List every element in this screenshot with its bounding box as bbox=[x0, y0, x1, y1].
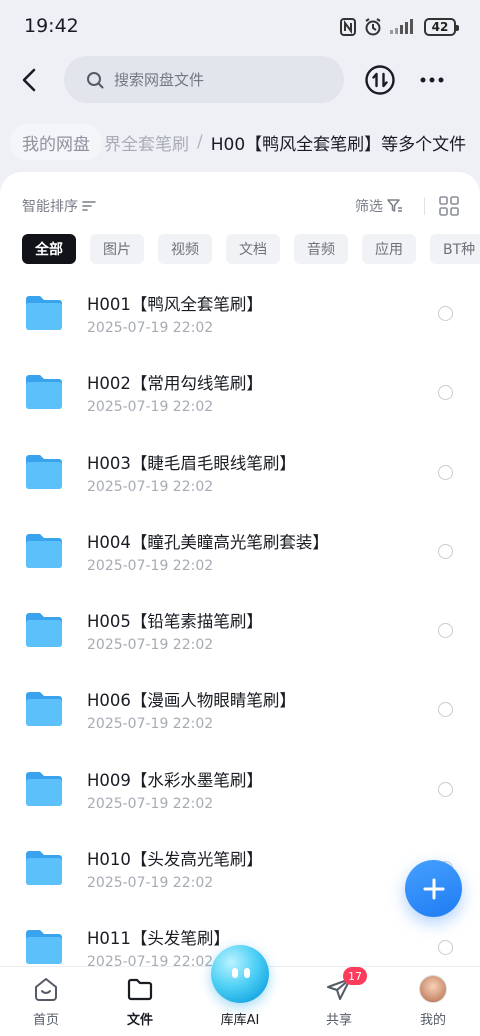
search-input[interactable]: 搜索网盘文件 bbox=[64, 56, 344, 103]
select-radio[interactable] bbox=[438, 940, 453, 956]
nav-share-label: 共享 bbox=[325, 1013, 352, 1028]
status-time: 19:42 bbox=[24, 15, 79, 37]
add-button[interactable] bbox=[405, 860, 462, 917]
tab-6[interactable]: BT种 bbox=[430, 234, 480, 264]
file-row[interactable]: H009【水彩水墨笔刷】 2025-07-19 22:02 bbox=[0, 749, 480, 828]
folder-icon bbox=[24, 374, 64, 410]
nav-home-label: 首页 bbox=[32, 1013, 59, 1028]
top-bar: 搜索网盘文件 bbox=[0, 56, 480, 104]
home-icon bbox=[35, 978, 57, 1001]
folder-icon bbox=[24, 850, 64, 886]
file-date: 2025-07-19 22:02 bbox=[87, 399, 214, 416]
alarm-icon bbox=[365, 18, 381, 36]
file-row[interactable]: H004【瞳孔美瞳高光笔刷套装】 2025-07-19 22:02 bbox=[0, 511, 480, 590]
plus-icon bbox=[423, 878, 444, 899]
file-row[interactable]: H003【睫毛眉毛眼线笔刷】 2025-07-19 22:02 bbox=[0, 432, 480, 511]
folder-icon bbox=[24, 771, 64, 807]
filter-funnel-icon bbox=[387, 199, 402, 212]
nav-mine-label: 我的 bbox=[419, 1013, 446, 1028]
share-badge: 17 bbox=[343, 967, 367, 985]
nav-ai[interactable]: 库库AI bbox=[200, 945, 280, 1028]
filter-button[interactable]: 筛选 bbox=[355, 196, 403, 216]
nav-ai-label: 库库AI bbox=[220, 1013, 260, 1028]
select-radio[interactable] bbox=[438, 543, 453, 559]
file-date: 2025-07-19 22:02 bbox=[87, 875, 214, 892]
breadcrumb-root[interactable]: 我的网盘 bbox=[10, 124, 102, 160]
select-radio[interactable] bbox=[438, 702, 453, 718]
folder-icon bbox=[24, 295, 64, 331]
tab-4[interactable]: 音频 bbox=[294, 234, 348, 264]
status-icons: 42 bbox=[340, 18, 459, 36]
folder-icon bbox=[24, 533, 64, 569]
nav-home[interactable]: 首页 bbox=[6, 975, 86, 1028]
nav-share[interactable]: 17 共享 bbox=[299, 967, 379, 1028]
breadcrumb-current: H00【鸭风全套笔刷】等多个文件 bbox=[210, 134, 467, 155]
folder-icon bbox=[24, 691, 64, 727]
file-name: H006【漫画人物眼睛笔刷】 bbox=[87, 691, 296, 711]
nav-files[interactable]: 文件 bbox=[100, 975, 180, 1028]
select-radio[interactable] bbox=[438, 623, 453, 639]
tab-2[interactable]: 视频 bbox=[158, 234, 212, 264]
file-date: 2025-07-19 22:02 bbox=[87, 795, 214, 812]
file-row[interactable]: H005【铅笔素描笔刷】 2025-07-19 22:02 bbox=[0, 590, 480, 669]
file-row[interactable]: H001【鸭风全套笔刷】 2025-07-19 22:02 bbox=[0, 273, 480, 352]
nav-files-label: 文件 bbox=[126, 1013, 153, 1028]
transfer-button[interactable] bbox=[364, 64, 396, 96]
folder-icon bbox=[24, 454, 64, 490]
sort-lines-icon bbox=[82, 201, 96, 211]
signal-icon bbox=[390, 19, 413, 34]
back-arrow-icon bbox=[22, 68, 36, 92]
tab-1[interactable]: 图片 bbox=[90, 234, 144, 264]
sort-label: 智能排序 bbox=[22, 199, 78, 215]
grid-view-icon bbox=[439, 196, 459, 216]
sort-button[interactable]: 智能排序 bbox=[22, 196, 96, 216]
select-radio[interactable] bbox=[438, 385, 453, 401]
file-date: 2025-07-19 22:02 bbox=[87, 557, 214, 574]
file-name: H002【常用勾线笔刷】 bbox=[87, 374, 263, 394]
back-button[interactable] bbox=[14, 64, 44, 96]
tab-0[interactable]: 全部 bbox=[22, 234, 76, 264]
bottom-nav: 首页 文件 库库AI 17 共享 我的 bbox=[0, 945, 480, 1036]
file-date: 2025-07-19 22:02 bbox=[87, 716, 214, 733]
grid-view-button[interactable] bbox=[439, 196, 459, 216]
file-row[interactable]: H002【常用勾线笔刷】 2025-07-19 22:02 bbox=[0, 352, 480, 431]
nav-mine[interactable]: 我的 bbox=[393, 975, 473, 1028]
folder-icon bbox=[24, 612, 64, 648]
toolbar-divider bbox=[424, 197, 425, 215]
file-name: H001【鸭风全套笔刷】 bbox=[87, 295, 263, 314]
folder-icon bbox=[24, 929, 64, 965]
file-date: 2025-07-19 22:02 bbox=[87, 637, 214, 654]
file-name: H010【头发高光笔刷】 bbox=[87, 850, 263, 870]
avatar bbox=[419, 975, 447, 1003]
breadcrumb-parent[interactable]: 界全套笔刷 bbox=[104, 130, 189, 155]
more-dots-icon bbox=[420, 77, 444, 83]
file-date: 2025-07-19 22:02 bbox=[87, 320, 214, 336]
file-name: H003【睫毛眉毛眼线笔刷】 bbox=[87, 453, 296, 473]
file-row[interactable]: H006【漫画人物眼睛笔刷】 2025-07-19 22:02 bbox=[0, 669, 480, 748]
select-radio[interactable] bbox=[438, 306, 453, 321]
file-date: 2025-07-19 22:02 bbox=[87, 478, 214, 495]
filter-label: 筛选 bbox=[355, 199, 383, 215]
battery-indicator: 42 bbox=[424, 18, 459, 36]
tab-3[interactable]: 文档 bbox=[226, 234, 280, 264]
tab-5[interactable]: 应用 bbox=[362, 234, 416, 264]
breadcrumb-separator: / bbox=[197, 132, 203, 152]
search-placeholder: 搜索网盘文件 bbox=[114, 71, 205, 89]
file-name: H004【瞳孔美瞳高光笔刷套装】 bbox=[87, 532, 329, 552]
file-name: H009【水彩水墨笔刷】 bbox=[87, 770, 263, 790]
file-panel: 智能排序 筛选 全部 图片 视频 文档 音频 应用 BT种 H001【鸭风全套笔刷】 2025… bbox=[0, 172, 480, 1036]
category-tabs: 全部 图片 视频 文档 音频 应用 BT种 bbox=[22, 234, 480, 264]
file-name: H005【铅笔素描笔刷】 bbox=[87, 612, 263, 632]
nfc-icon bbox=[340, 18, 356, 36]
select-radio[interactable] bbox=[438, 781, 453, 797]
search-icon bbox=[87, 71, 104, 88]
ai-mascot-icon bbox=[211, 945, 269, 1003]
transfer-arrows-icon bbox=[365, 65, 395, 95]
select-radio[interactable] bbox=[438, 464, 453, 480]
sort-filter-row: 智能排序 筛选 bbox=[0, 188, 480, 222]
folder-nav-icon bbox=[127, 978, 153, 1001]
more-button[interactable] bbox=[416, 64, 448, 96]
status-bar: 19:42 42 bbox=[0, 0, 480, 56]
breadcrumb: 我的网盘 界全套笔刷 / H00【鸭风全套笔刷】等多个文件 bbox=[10, 124, 480, 160]
